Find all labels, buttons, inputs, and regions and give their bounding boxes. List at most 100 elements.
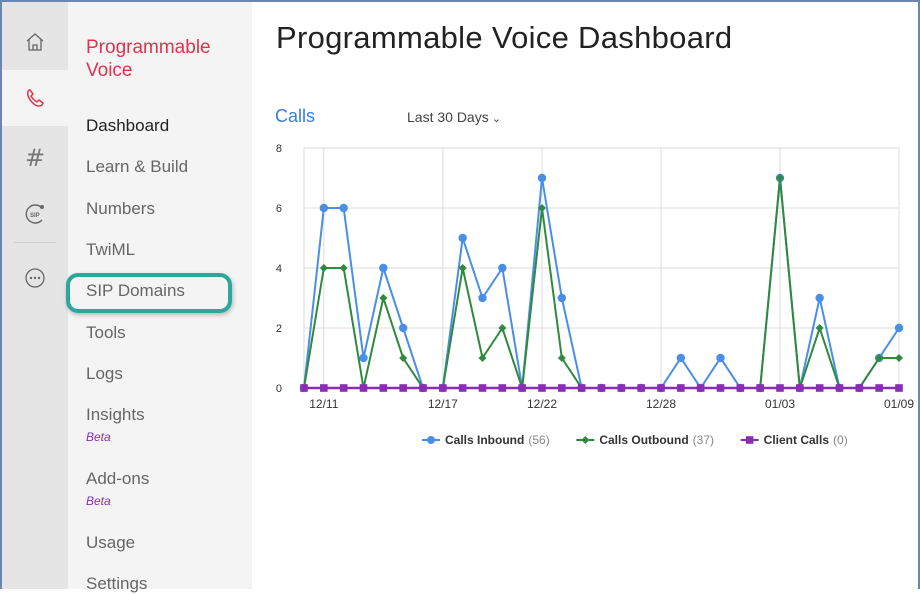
- sidebar-item-usage[interactable]: Usage: [86, 533, 135, 553]
- sidebar-item-tools[interactable]: Tools: [86, 323, 126, 343]
- data-point: [696, 384, 705, 392]
- legend-series-name: Calls Inbound: [445, 433, 524, 447]
- data-point: [419, 384, 427, 392]
- data-point: [815, 384, 824, 392]
- legend-series-name: Calls Outbound: [599, 433, 688, 447]
- data-point: [498, 263, 507, 273]
- sidebar-item-add-ons[interactable]: Add-ons: [86, 469, 149, 489]
- rail-home[interactable]: [2, 14, 68, 70]
- data-point: [855, 384, 864, 392]
- rail-more[interactable]: [2, 250, 68, 306]
- more-icon: [25, 268, 45, 288]
- x-tick-label: 01/03: [765, 397, 795, 411]
- rail-voice[interactable]: [2, 70, 68, 126]
- data-point: [894, 323, 904, 333]
- data-point: [557, 293, 567, 303]
- data-point: [538, 384, 546, 392]
- y-tick-label: 8: [276, 143, 282, 155]
- data-point: [458, 233, 467, 243]
- sip-icon: SIP: [25, 204, 44, 224]
- data-point: [558, 384, 566, 392]
- sidebar-item-dashboard[interactable]: Dashboard: [86, 116, 169, 136]
- x-tick-label: 01/09: [884, 397, 914, 411]
- date-range-value: Last 30 Days: [407, 109, 489, 125]
- sidebar-item-learn-build[interactable]: Learn & Build: [86, 157, 188, 177]
- data-point: [379, 263, 388, 273]
- data-point: [895, 354, 903, 362]
- y-tick-label: 6: [276, 203, 282, 215]
- data-point: [577, 384, 586, 392]
- icon-rail: # SIP: [2, 2, 68, 589]
- sip-domains-highlight: [66, 273, 232, 313]
- legend-marker: [581, 436, 590, 444]
- data-point: [835, 384, 844, 392]
- calls-chart: 0 2 4 6 8 12/11 12/17 12/22 12/28 01/03 01/09 Calls…: [276, 143, 914, 447]
- sidebar-item-twiml[interactable]: TwiML: [86, 240, 135, 260]
- data-point: [319, 264, 328, 272]
- x-tick-label: 12/11: [309, 397, 338, 411]
- data-point: [597, 384, 606, 392]
- date-range-dropdown[interactable]: Last 30 Days ⌄: [407, 109, 501, 125]
- data-point: [339, 203, 348, 213]
- data-point: [399, 384, 407, 392]
- data-point: [359, 353, 368, 363]
- svg-text:SIP: SIP: [30, 213, 40, 219]
- legend-series-count: (0): [833, 433, 848, 447]
- data-point: [736, 384, 745, 392]
- data-point: [518, 384, 526, 392]
- x-tick-label: 12/17: [428, 397, 458, 411]
- y-tick-label: 2: [276, 323, 282, 335]
- data-point: [339, 384, 348, 392]
- data-point: [676, 353, 686, 363]
- data-point: [339, 264, 348, 272]
- chevron-down-icon: ⌄: [491, 113, 501, 125]
- y-tick-label: 4: [276, 263, 282, 275]
- legend-series-name: Client Calls: [764, 433, 830, 447]
- legend-marker: [745, 436, 754, 444]
- data-point: [617, 384, 626, 392]
- sidebar-item-logs[interactable]: Logs: [86, 364, 123, 384]
- data-point: [716, 384, 725, 392]
- x-tick-label: 12/22: [527, 397, 557, 411]
- home-icon: [26, 33, 44, 51]
- calls-label: Calls: [275, 106, 316, 126]
- data-point: [815, 324, 824, 332]
- data-point: [796, 384, 804, 392]
- beta-badge: Beta: [86, 430, 111, 444]
- y-tick-label: 0: [276, 383, 282, 395]
- data-point: [398, 323, 408, 333]
- data-point: [478, 293, 487, 303]
- data-point: [379, 384, 388, 392]
- data-point: [359, 384, 368, 392]
- data-point: [537, 173, 547, 183]
- rail-sip[interactable]: SIP: [2, 186, 68, 242]
- sidebar-item-numbers[interactable]: Numbers: [86, 199, 155, 219]
- legend-series-count: (56): [528, 433, 549, 447]
- data-point: [776, 384, 784, 392]
- section-title: Programmable Voice: [86, 37, 211, 81]
- data-point: [657, 384, 665, 392]
- sidebar-item-settings[interactable]: Settings: [86, 574, 147, 594]
- rail-numbers[interactable]: #: [2, 130, 68, 186]
- data-point: [379, 294, 388, 302]
- rail-divider: [14, 242, 56, 243]
- hash-icon: #: [24, 144, 46, 172]
- data-point: [300, 384, 308, 392]
- beta-badge: Beta: [86, 494, 111, 508]
- data-point: [319, 203, 329, 213]
- data-point: [498, 384, 507, 392]
- data-point: [756, 384, 764, 392]
- data-point: [637, 384, 645, 392]
- data-point: [458, 384, 467, 392]
- data-point: [815, 293, 824, 303]
- sidebar-item-insights[interactable]: Insights: [86, 405, 145, 425]
- series-line: [303, 177, 899, 389]
- page-title: Programmable Voice Dashboard: [276, 20, 733, 55]
- legend-marker: [427, 436, 435, 444]
- x-tick-label: 12/28: [646, 397, 676, 411]
- data-point: [895, 384, 903, 392]
- data-point: [478, 384, 487, 392]
- data-point: [439, 384, 447, 392]
- phone-icon: [26, 89, 44, 107]
- legend-series-count: (37): [693, 433, 714, 447]
